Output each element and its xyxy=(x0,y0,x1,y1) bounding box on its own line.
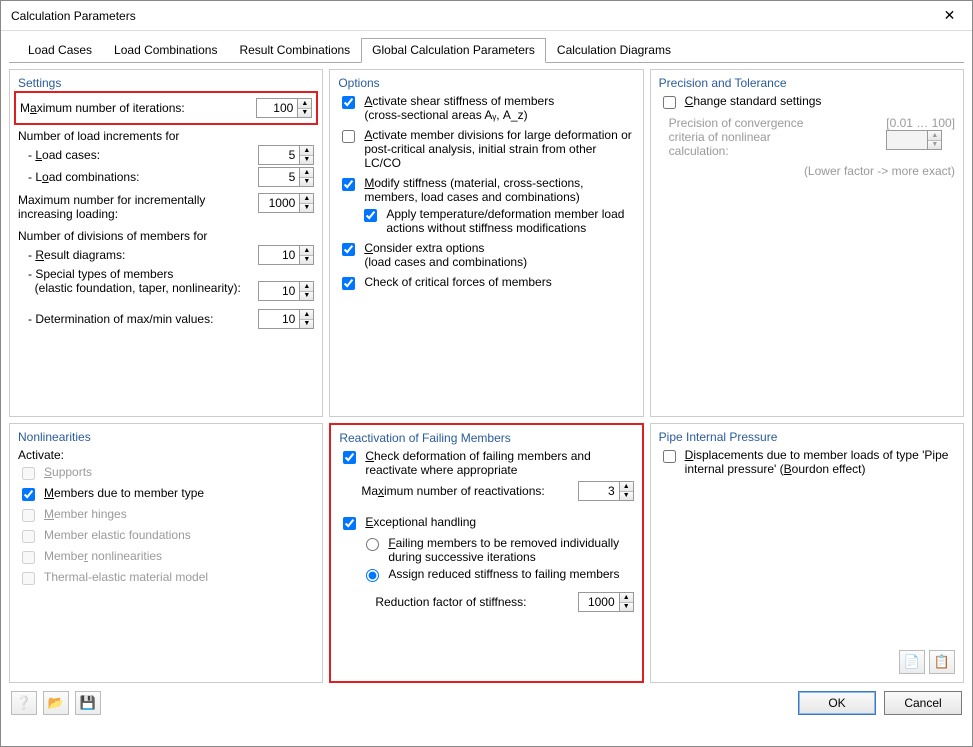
tab-calc-diagrams[interactable]: Calculation Diagrams xyxy=(546,38,682,63)
legend-precision: Precision and Tolerance xyxy=(659,76,955,90)
chk-crit-forces[interactable]: Check of critical forces of members xyxy=(338,275,634,293)
chk-member-nonlin: Member nonlinearities xyxy=(18,549,314,567)
tab-strip: Load Cases Load Combinations Result Comb… xyxy=(9,31,964,63)
chk-shear-stiff[interactable]: Activate shear stiffness of members(cros… xyxy=(338,94,634,122)
input-max-iter[interactable]: ▲▼ xyxy=(256,98,312,118)
chk-hinges: Member hinges xyxy=(18,507,314,525)
label-result-diag: - Result diagrams: xyxy=(28,248,252,262)
tab-global-calc-params[interactable]: Global Calculation Parameters xyxy=(361,38,546,63)
legend-react: Reactivation of Failing Members xyxy=(339,431,633,445)
input-prec-factor: ▲▼ xyxy=(886,130,942,150)
input-max-react[interactable]: ▲▼ xyxy=(578,481,634,501)
label-load-cases: - Load cases: xyxy=(28,148,252,162)
chk-pipe-disp[interactable]: Displacements due to member loads of typ… xyxy=(659,448,955,476)
chk-elastic: Member elastic foundations xyxy=(18,528,314,546)
group-precision: Precision and Tolerance Change standard … xyxy=(650,69,964,417)
label-special-types: - Special types of members (elastic foun… xyxy=(28,267,252,295)
chk-modify-stiff[interactable]: Modify stiffness (material, cross-sectio… xyxy=(338,176,634,204)
spin-down-icon[interactable]: ▼ xyxy=(298,109,311,118)
legend-settings: Settings xyxy=(18,76,314,90)
legend-nonlin: Nonlinearities xyxy=(18,430,314,444)
chk-supports: Supports xyxy=(18,465,314,483)
window-title: Calculation Parameters xyxy=(11,9,136,23)
tab-result-combinations[interactable]: Result Combinations xyxy=(228,38,361,63)
input-det-maxmin[interactable]: ▲▼ xyxy=(258,309,314,329)
chk-members-type[interactable]: Members due to member type xyxy=(18,486,314,504)
save-icon[interactable]: 💾 xyxy=(75,691,101,715)
input-special-types[interactable]: ▲▼ xyxy=(258,281,314,301)
help-icon[interactable]: ❔ xyxy=(11,691,37,715)
input-load-cases[interactable]: ▲▼ xyxy=(258,145,314,165)
titlebar: Calculation Parameters ✕ xyxy=(1,1,972,31)
legend-options: Options xyxy=(338,76,634,90)
label-prec-conv: Precision of convergence criteria of non… xyxy=(659,116,809,158)
spin-up-icon[interactable]: ▲ xyxy=(298,99,311,109)
group-nonlinearities: Nonlinearities Activate: Supports Member… xyxy=(9,423,323,683)
input-max-inc-loading[interactable]: ▲▼ xyxy=(258,193,314,213)
label-det-maxmin: - Determination of max/min values: xyxy=(28,312,252,326)
label-max-inc-loading: Maximum number for incrementally increas… xyxy=(18,193,252,221)
bottom-bar: ❔ 📂 💾 OK Cancel xyxy=(1,685,972,723)
chk-change-std[interactable]: Change standard settings xyxy=(659,94,955,112)
rad-assign[interactable]: Assign reduced stiffness to failing memb… xyxy=(339,567,633,582)
label-prec-hint: (Lower factor -> more exact) xyxy=(659,164,955,178)
cancel-button[interactable]: Cancel xyxy=(884,691,962,715)
chk-thermal: Thermal-elastic material model xyxy=(18,570,314,588)
label-prec-range: [0.01 … 100] xyxy=(886,116,955,130)
folder-icon[interactable]: 📂 xyxy=(43,691,69,715)
input-reduction[interactable]: ▲▼ xyxy=(578,592,634,612)
ok-button[interactable]: OK xyxy=(798,691,876,715)
tab-load-cases[interactable]: Load Cases xyxy=(17,38,103,63)
label-load-comb: - Load combinations: xyxy=(28,170,252,184)
icon-btn-1[interactable]: 📄 xyxy=(899,650,925,674)
legend-pipe: Pipe Internal Pressure xyxy=(659,430,955,444)
group-reactivation: Reactivation of Failing Members Check de… xyxy=(329,423,643,683)
label-num-load-inc: Number of load increments for xyxy=(18,129,314,143)
label-max-react: Maximum number of reactivations: xyxy=(361,484,571,498)
group-pipe: Pipe Internal Pressure Displacements due… xyxy=(650,423,964,683)
chk-member-div[interactable]: Activate member divisions for large defo… xyxy=(338,128,634,170)
label-reduction: Reduction factor of stiffness: xyxy=(375,595,571,609)
close-button[interactable]: ✕ xyxy=(927,1,972,31)
chk-apply-temp[interactable]: Apply temperature/deformation member loa… xyxy=(338,207,634,235)
group-settings: Settings Maximum number of iterations: ▲… xyxy=(9,69,323,417)
label-activate: Activate: xyxy=(18,448,314,462)
tab-load-combinations[interactable]: Load Combinations xyxy=(103,38,228,63)
group-options: Options Activate shear stiffness of memb… xyxy=(329,69,643,417)
input-result-diag[interactable]: ▲▼ xyxy=(258,245,314,265)
icon-btn-2[interactable]: 📋 xyxy=(929,650,955,674)
chk-extra[interactable]: Consider extra options(load cases and co… xyxy=(338,241,634,269)
label-max-iter: Maximum number of iterations: xyxy=(20,101,250,115)
label-num-div: Number of divisions of members for xyxy=(18,229,314,243)
rad-remove[interactable]: Failing members to be removed individual… xyxy=(339,536,633,564)
chk-check-deform[interactable]: Check deformation of failing members and… xyxy=(339,449,633,477)
input-load-comb[interactable]: ▲▼ xyxy=(258,167,314,187)
chk-exceptional[interactable]: Exceptional handling xyxy=(339,515,633,533)
